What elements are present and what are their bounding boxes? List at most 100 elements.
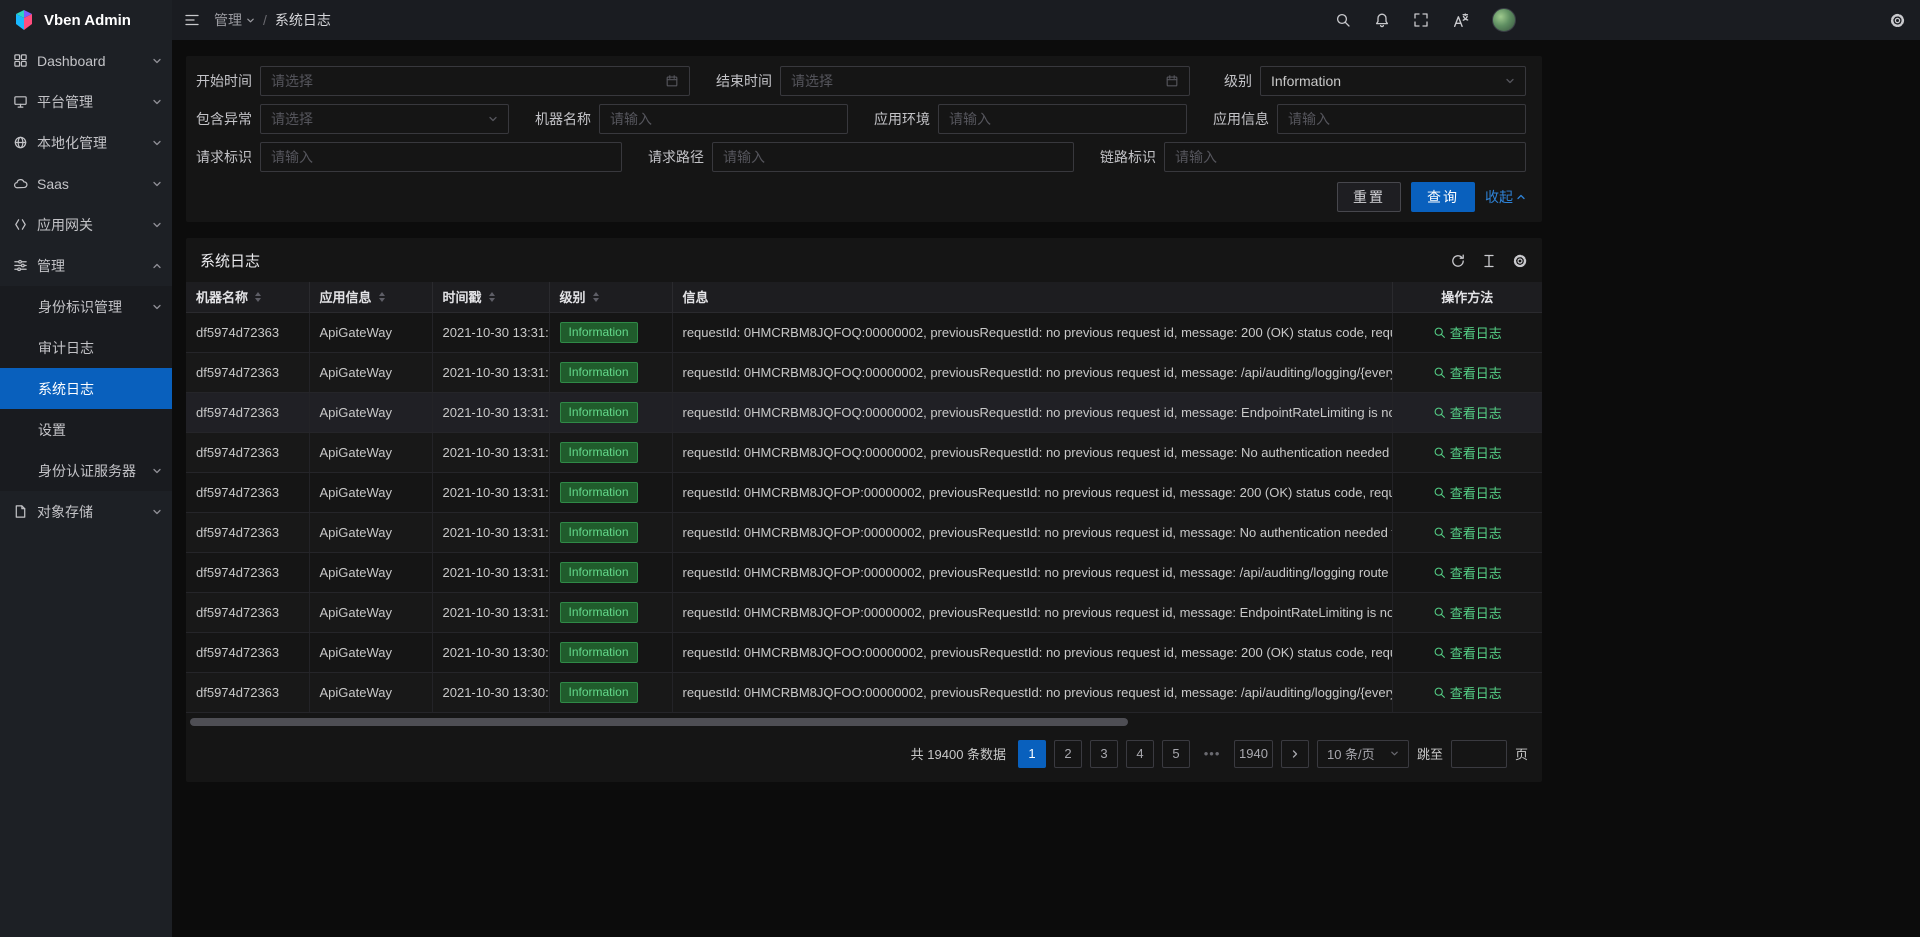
page-button-2[interactable]: 2 — [1054, 740, 1082, 768]
filter-field-app-env: 应用环境 — [864, 104, 1203, 134]
cell-app: ApiGateWay — [309, 512, 432, 552]
column-height-icon[interactable] — [1481, 253, 1497, 269]
page-button-last[interactable]: 1940 — [1234, 740, 1273, 768]
sidebar-item-localization[interactable]: 本地化管理 — [0, 122, 172, 163]
view-log-link[interactable]: 查看日志 — [1433, 443, 1502, 462]
app-logo[interactable]: Vben Admin — [0, 0, 172, 40]
app-env-input[interactable] — [949, 111, 1176, 127]
view-log-link[interactable]: 查看日志 — [1433, 523, 1502, 542]
log-message: requestId: 0HMCRBM8JQFOO:00000002, previ… — [683, 645, 1393, 660]
column-header-machine[interactable]: 机器名称 — [186, 282, 309, 312]
trace-id-box[interactable] — [1164, 142, 1526, 172]
column-header-level[interactable]: 级别 — [549, 282, 672, 312]
view-log-link[interactable]: 查看日志 — [1433, 323, 1502, 342]
settings-gear-icon[interactable] — [1889, 12, 1906, 29]
sidebar-item-settings[interactable]: 设置 — [0, 409, 172, 450]
app-env-box[interactable] — [938, 104, 1187, 134]
cell-timestamp: 2021-10-30 13:31:36 — [432, 592, 549, 632]
filter-actions: 重置 查询 收起 — [186, 180, 1542, 212]
collapse-link[interactable]: 收起 — [1485, 187, 1526, 207]
sidebar-item-audit-logs[interactable]: 审计日志 — [0, 327, 172, 368]
table-row: df5974d72363 ApiGateWay 2021-10-30 13:31… — [186, 592, 1542, 632]
sidebar-item-dashboard[interactable]: Dashboard — [0, 40, 172, 81]
breadcrumb-separator: / — [263, 12, 267, 28]
view-log-link[interactable]: 查看日志 — [1433, 563, 1502, 582]
column-settings-icon[interactable] — [1512, 253, 1528, 269]
view-log-link[interactable]: 查看日志 — [1433, 483, 1502, 502]
log-message: requestId: 0HMCRBM8JQFOP:00000002, previ… — [683, 605, 1393, 620]
end-time-input[interactable] — [791, 73, 1159, 89]
end-time-picker[interactable] — [780, 66, 1190, 96]
sort-icons[interactable] — [593, 292, 599, 302]
column-header-timestamp[interactable]: 时间戳 — [432, 282, 549, 312]
field-label: 结束时间 — [706, 71, 772, 91]
sort-icons[interactable] — [255, 292, 261, 302]
sidebar-item-saas[interactable]: Saas — [0, 163, 172, 204]
view-log-link[interactable]: 查看日志 — [1433, 363, 1502, 382]
reset-button[interactable]: 重置 — [1337, 182, 1401, 212]
sort-icons[interactable] — [379, 292, 385, 302]
cell-machine: df5974d72363 — [186, 592, 309, 632]
has-exception-select[interactable]: 请选择 — [260, 104, 509, 134]
start-time-picker[interactable] — [260, 66, 690, 96]
app-title: Vben Admin — [44, 12, 131, 29]
request-path-box[interactable] — [712, 142, 1074, 172]
start-time-input[interactable] — [271, 73, 659, 89]
page-size-select[interactable]: 10 条/页 — [1317, 740, 1409, 768]
jump-page-input[interactable] — [1451, 740, 1507, 768]
user-avatar[interactable] — [1492, 8, 1516, 32]
sidebar-item-identity-management[interactable]: 身份标识管理 — [0, 286, 172, 327]
machine-name-box[interactable] — [599, 104, 848, 134]
next-page-button[interactable] — [1281, 740, 1309, 768]
page-button-4[interactable]: 4 — [1126, 740, 1154, 768]
cell-app: ApiGateWay — [309, 592, 432, 632]
cell-machine: df5974d72363 — [186, 552, 309, 592]
app-info-input[interactable] — [1288, 111, 1515, 127]
table-row: df5974d72363 ApiGateWay 2021-10-30 13:30… — [186, 672, 1542, 712]
refresh-icon[interactable] — [1450, 253, 1466, 269]
sidebar-item-gateway[interactable]: 应用网关 — [0, 204, 172, 245]
view-log-link[interactable]: 查看日志 — [1433, 403, 1502, 422]
view-log-link[interactable]: 查看日志 — [1433, 603, 1502, 622]
machine-name-input[interactable] — [610, 111, 837, 127]
level-tag: Information — [560, 442, 638, 463]
app-info-box[interactable] — [1277, 104, 1526, 134]
sidebar-item-identity-server[interactable]: 身份认证服务器 — [0, 450, 172, 491]
search-button[interactable]: 查询 — [1411, 182, 1475, 212]
sidebar-item-management[interactable]: 管理 — [0, 245, 172, 286]
search-icon[interactable] — [1335, 12, 1351, 28]
sort-icons[interactable] — [489, 292, 495, 302]
table-row: df5974d72363 ApiGateWay 2021-10-30 13:31… — [186, 552, 1542, 592]
sidebar-item-platform[interactable]: 平台管理 — [0, 81, 172, 122]
sidebar-item-object-storage[interactable]: 对象存储 — [0, 491, 172, 532]
page-content: 开始时间 结束时间 级别 — [172, 40, 1920, 937]
breadcrumb: 管理 / 系统日志 — [214, 10, 331, 30]
scrollbar-thumb[interactable] — [190, 718, 1128, 726]
request-id-box[interactable] — [260, 142, 622, 172]
menu-fold-icon[interactable] — [184, 12, 200, 28]
breadcrumb-parent[interactable]: 管理 — [214, 10, 255, 30]
view-log-link[interactable]: 查看日志 — [1433, 683, 1502, 702]
chevron-down-icon — [152, 220, 162, 230]
cell-machine: df5974d72363 — [186, 352, 309, 392]
table-title: 系统日志 — [200, 250, 260, 271]
filter-field-start-time: 开始时间 — [186, 66, 706, 96]
level-select-value: Information — [1271, 73, 1499, 89]
chevron-down-icon — [152, 466, 162, 476]
view-log-link[interactable]: 查看日志 — [1433, 643, 1502, 662]
page-button-3[interactable]: 3 — [1090, 740, 1118, 768]
gateway-icon — [13, 217, 28, 232]
column-header-app[interactable]: 应用信息 — [309, 282, 432, 312]
trace-id-input[interactable] — [1175, 149, 1515, 165]
page-button-5[interactable]: 5 — [1162, 740, 1190, 768]
request-id-input[interactable] — [271, 149, 611, 165]
bell-icon[interactable] — [1374, 12, 1390, 28]
fullscreen-icon[interactable] — [1413, 12, 1429, 28]
page-button-1[interactable]: 1 — [1018, 740, 1046, 768]
pagination-ellipsis[interactable]: ••• — [1198, 740, 1226, 768]
request-path-input[interactable] — [723, 149, 1063, 165]
sidebar-item-system-logs[interactable]: 系统日志 — [0, 368, 172, 409]
field-label: 请求路径 — [638, 147, 704, 167]
level-select[interactable]: Information — [1260, 66, 1526, 96]
translate-icon[interactable] — [1452, 12, 1469, 29]
